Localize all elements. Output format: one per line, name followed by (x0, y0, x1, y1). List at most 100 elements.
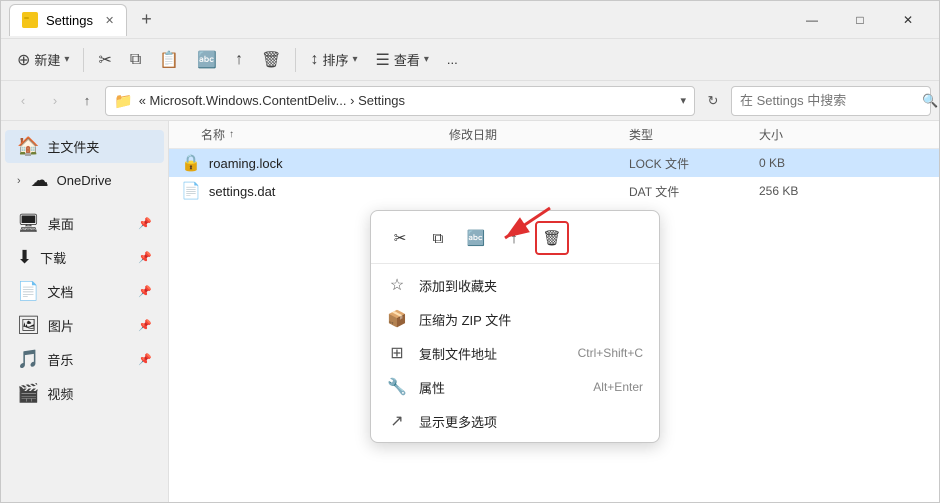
ctx-rename-btn[interactable]: 🔤 (459, 221, 493, 255)
ctx-cut-btn[interactable]: ✂ (383, 221, 417, 255)
window-controls: — □ ✕ (789, 5, 931, 35)
close-btn[interactable]: ✕ (885, 5, 931, 35)
ctx-copy-path-item[interactable]: ⊞ 复制文件地址 Ctrl+Shift+C (371, 336, 659, 370)
toolbar: ⊕ 新建 ▾ ✂ ⧉ 📋 🔤 ↑ 🗑 ↕ 排序 ▾ ☰ 查 (1, 39, 939, 81)
more-button[interactable]: ... (439, 47, 466, 72)
more-options-icon: ↗ (387, 411, 407, 431)
ctx-zip-item[interactable]: 📦 压缩为 ZIP 文件 (371, 302, 659, 336)
videos-icon: 🎬 (17, 383, 39, 404)
title-bar: Settings ✕ + — □ ✕ (1, 1, 939, 39)
file-row-dat[interactable]: 📄 settings.dat DAT 文件 256 KB (169, 177, 939, 205)
new-dropdown-icon: ▾ (64, 54, 69, 65)
sidebar-item-onedrive[interactable]: › ☁ OneDrive (5, 164, 164, 197)
pin-icon-dl: 📌 (138, 251, 152, 264)
home-icon: 🏠 (17, 136, 39, 157)
header-size: 大小 (759, 126, 839, 143)
ctx-delete-btn[interactable]: 🗑 (535, 221, 569, 255)
copy-icon: ⧉ (130, 51, 141, 69)
back-button[interactable]: ‹ (9, 87, 37, 115)
sidebar-spacer (1, 198, 168, 206)
sidebar-item-pictures[interactable]: 🖼 图片 📌 (5, 309, 164, 342)
file-type-dat: DAT 文件 (629, 183, 759, 200)
ctx-copy-btn[interactable]: ⧉ (421, 221, 455, 255)
copy-path-icon: ⊞ (387, 343, 407, 363)
file-name-lock: 🔒 roaming.lock (169, 153, 449, 173)
address-text: « Microsoft.Windows.ContentDeliv... › Se… (139, 93, 675, 108)
downloads-icon: ⬇ (17, 247, 32, 268)
file-type-lock: LOCK 文件 (629, 155, 759, 172)
copy-button[interactable]: ⧉ (122, 46, 149, 74)
toolbar-separator-1 (83, 48, 84, 72)
share-button[interactable]: ↑ (227, 46, 251, 74)
documents-icon: 📄 (17, 281, 39, 302)
file-name-dat: 📄 settings.dat (169, 181, 449, 201)
address-folder-icon: 📁 (114, 92, 133, 110)
sort-icon: ↕ (310, 51, 318, 69)
sort-asc-icon: ↑ (229, 129, 234, 140)
cut-icon: ✂ (98, 50, 111, 70)
search-box[interactable]: 🔍 (731, 86, 931, 116)
address-dropdown-icon[interactable]: ▾ (680, 94, 686, 107)
pictures-icon: 🖼 (17, 315, 40, 336)
view-dropdown-icon: ▾ (424, 54, 429, 65)
address-bar-row: ‹ › ↑ 📁 « Microsoft.Windows.ContentDeliv… (1, 81, 939, 121)
minimize-btn[interactable]: — (789, 5, 835, 35)
up-button[interactable]: ↑ (73, 87, 101, 115)
expand-icon: › (17, 175, 21, 187)
paste-button[interactable]: 📋 (151, 45, 187, 75)
tab-title: Settings (46, 13, 93, 28)
sidebar-item-music[interactable]: 🎵 音乐 📌 (5, 343, 164, 376)
sidebar: 🏠 主文件夹 › ☁ OneDrive 🖥 桌面 📌 ⬇ 下载 📌 📄 (1, 121, 169, 502)
properties-icon: 🔧 (387, 377, 407, 397)
header-type: 类型 (629, 126, 759, 143)
ctx-properties-item[interactable]: 🔧 属性 Alt+Enter (371, 370, 659, 404)
active-tab[interactable]: Settings ✕ (9, 4, 127, 36)
search-input[interactable] (740, 93, 916, 108)
context-menu: ✂ ⧉ 🔤 ↑ 🗑 ☆ 添加到收藏夹 📦 压缩为 ZIP 文件 ⊞ 复制文件地址… (370, 210, 660, 443)
new-icon: ⊕ (17, 50, 30, 70)
pin-icon-pic: 📌 (138, 319, 152, 332)
address-box[interactable]: 📁 « Microsoft.Windows.ContentDeliv... › … (105, 86, 695, 116)
pin-icon: 📌 (138, 217, 152, 230)
tab-close-btn[interactable]: ✕ (105, 14, 114, 27)
delete-icon: 🗑 (261, 50, 281, 70)
maximize-btn[interactable]: □ (837, 5, 883, 35)
desktop-icon: 🖥 (17, 213, 40, 234)
search-icon: 🔍 (922, 93, 938, 109)
context-toolbar: ✂ ⧉ 🔤 ↑ 🗑 (371, 215, 659, 264)
sidebar-item-videos[interactable]: 🎬 视频 (5, 377, 164, 410)
zip-icon: 📦 (387, 309, 407, 329)
onedrive-icon: ☁ (31, 170, 49, 191)
lock-file-icon: 🔒 (181, 153, 201, 173)
share-icon: ↑ (235, 51, 243, 69)
view-button[interactable]: ☰ 查看 ▾ (368, 45, 437, 75)
new-button[interactable]: ⊕ 新建 ▾ (9, 45, 77, 75)
header-name: 名称 ↑ (169, 126, 449, 143)
music-icon: 🎵 (17, 349, 39, 370)
pin-icon-music: 📌 (138, 353, 152, 366)
new-tab-btn[interactable]: + (135, 9, 158, 30)
rename-icon: 🔤 (197, 50, 217, 70)
sort-dropdown-icon: ▾ (352, 54, 357, 65)
sidebar-item-home[interactable]: 🏠 主文件夹 (5, 130, 164, 163)
ctx-share-btn[interactable]: ↑ (497, 221, 531, 255)
cut-button[interactable]: ✂ (90, 45, 119, 75)
pin-icon-doc: 📌 (138, 285, 152, 298)
ctx-favorites-item[interactable]: ☆ 添加到收藏夹 (371, 268, 659, 302)
toolbar-separator-2 (295, 48, 296, 72)
forward-button[interactable]: › (41, 87, 69, 115)
file-size-lock: 0 KB (759, 156, 839, 170)
sidebar-item-documents[interactable]: 📄 文档 📌 (5, 275, 164, 308)
file-list-header: 名称 ↑ 修改日期 类型 大小 (169, 121, 939, 149)
header-date: 修改日期 (449, 126, 629, 143)
file-row-lock[interactable]: 🔒 roaming.lock LOCK 文件 0 KB (169, 149, 939, 177)
ctx-more-options-item[interactable]: ↗ 显示更多选项 (371, 404, 659, 438)
view-icon: ☰ (376, 50, 390, 70)
rename-button[interactable]: 🔤 (189, 45, 225, 75)
sidebar-item-desktop[interactable]: 🖥 桌面 📌 (5, 207, 164, 240)
file-size-dat: 256 KB (759, 184, 839, 198)
sidebar-item-downloads[interactable]: ⬇ 下载 📌 (5, 241, 164, 274)
sort-button[interactable]: ↕ 排序 ▾ (302, 45, 365, 74)
refresh-button[interactable]: ↻ (699, 87, 727, 115)
delete-button[interactable]: 🗑 (253, 45, 289, 75)
